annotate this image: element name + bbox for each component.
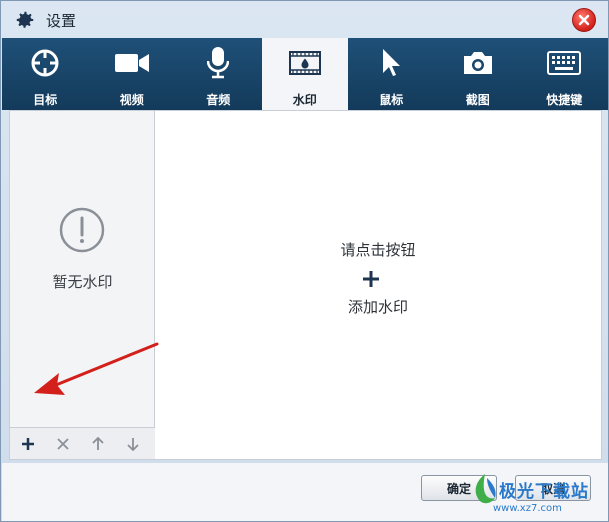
tab-bar: 目标 视频 音频 水印 鼠标 截图 快捷键 — [2, 38, 608, 110]
exclamation-circle-icon — [59, 207, 105, 253]
list-toolbar — [10, 427, 155, 459]
delete-x-icon — [56, 437, 69, 450]
move-up-button[interactable] — [80, 429, 115, 459]
add-hint-text: 请点击按钮 — [340, 241, 416, 259]
add-watermark-text: 添加水印 — [347, 298, 408, 316]
tab-video[interactable]: 视频 — [89, 38, 176, 110]
tab-label: 快捷键 — [546, 93, 583, 107]
keyboard-icon — [547, 51, 582, 75]
watermark-text: 极光下载站 — [499, 481, 589, 502]
close-button[interactable] — [572, 8, 596, 32]
target-icon — [31, 49, 59, 77]
close-icon — [578, 14, 590, 26]
watermark-list-panel: 暂无水印 — [10, 111, 155, 459]
camera-icon — [463, 52, 492, 74]
tab-label: 视频 — [119, 93, 144, 107]
tab-mouse[interactable]: 鼠标 — [348, 38, 435, 110]
gear-icon — [16, 11, 34, 28]
tab-label: 截图 — [465, 93, 490, 107]
settings-window: 设置 目标 视频 音频 水印 鼠标 截图 快捷键 暂无水印 请点击按钮 添加水印… — [0, 0, 609, 522]
plus-icon — [21, 437, 34, 450]
video-camera-icon — [114, 54, 149, 72]
watermark-content-area: 暂无水印 请点击按钮 添加水印 — [9, 110, 602, 460]
window-title: 设置 — [46, 12, 77, 30]
watermark-url: www.xz7.com — [493, 503, 562, 514]
watermark-logo-icon — [475, 474, 496, 504]
tab-label: 目标 — [33, 93, 58, 107]
move-down-button[interactable] — [115, 429, 150, 459]
tab-audio[interactable]: 音频 — [175, 38, 262, 110]
tab-label: 鼠标 — [379, 93, 404, 107]
title-bar: 设置 — [1, 1, 608, 38]
tab-hotkeys[interactable]: 快捷键 — [521, 38, 608, 110]
tab-label: 水印 — [292, 93, 317, 107]
tab-target[interactable]: 目标 — [2, 38, 89, 110]
tab-screenshot[interactable]: 截图 — [435, 38, 522, 110]
add-watermark-button[interactable] — [10, 429, 45, 459]
arrow-up-icon — [91, 436, 104, 450]
arrow-down-icon — [126, 437, 139, 451]
watermark-film-icon — [288, 51, 321, 75]
add-watermark-inline-button[interactable] — [361, 269, 381, 289]
delete-watermark-button[interactable] — [45, 429, 80, 459]
tab-watermark[interactable]: 水印 — [261, 38, 348, 110]
empty-list-text: 暂无水印 — [52, 273, 113, 291]
plus-icon — [363, 271, 379, 287]
tab-label: 音频 — [206, 93, 231, 107]
mouse-pointer-icon — [383, 49, 401, 76]
microphone-icon — [207, 47, 230, 79]
